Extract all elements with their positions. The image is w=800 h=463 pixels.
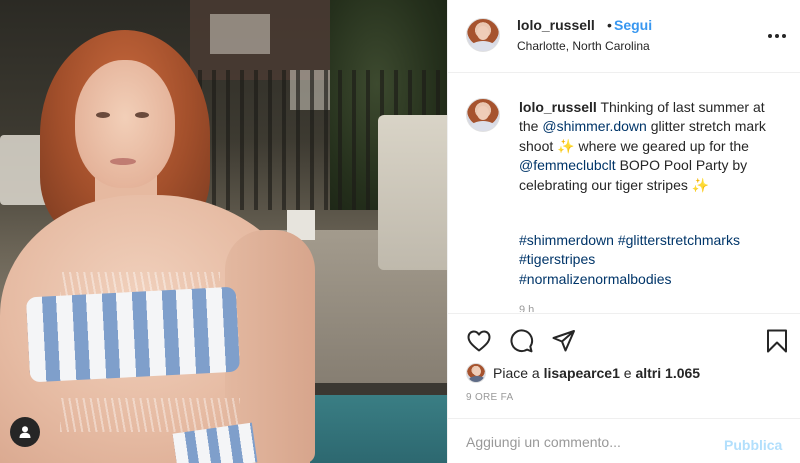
hashtag-link[interactable]: #tigerstripes xyxy=(519,251,595,267)
hashtag-list: #shimmerdown #glitterstretchmarks #tiger… xyxy=(519,231,784,289)
striped-bikini-top xyxy=(25,286,241,383)
caption-time: 9 h xyxy=(519,304,535,312)
add-comment-section: Pubblica xyxy=(448,418,800,463)
likes-count-link[interactable]: altri 1.065 xyxy=(635,365,700,381)
comment-button[interactable] xyxy=(508,328,534,354)
user-tag-icon xyxy=(19,426,31,438)
more-horizontal-icon xyxy=(768,34,772,38)
liker-username-link[interactable]: lisapearce1 xyxy=(544,365,620,381)
person-eye xyxy=(135,112,149,118)
comment-input[interactable] xyxy=(466,427,716,457)
user-tag-button[interactable] xyxy=(10,417,40,447)
save-button[interactable] xyxy=(764,328,790,354)
follow-button[interactable]: Segui xyxy=(614,17,652,33)
share-button[interactable] xyxy=(551,328,577,354)
post-header: lolo_russell • Segui Charlotte, North Ca… xyxy=(448,0,800,73)
background-window xyxy=(210,14,270,54)
likes-prefix: Piace a xyxy=(493,365,544,381)
comment-icon xyxy=(510,329,534,353)
location-link[interactable]: Charlotte, North Carolina xyxy=(517,39,650,53)
glitter-marks xyxy=(60,398,240,432)
liker-avatar[interactable] xyxy=(466,363,486,383)
post-photo[interactable] xyxy=(0,0,447,463)
username-link[interactable]: lolo_russell xyxy=(517,17,595,33)
hashtag-link[interactable]: #glitterstretchmarks xyxy=(618,232,740,248)
caption-username-link[interactable]: lolo_russell xyxy=(519,99,597,115)
action-bar xyxy=(448,313,800,361)
hashtag-link[interactable]: #shimmerdown xyxy=(519,232,614,248)
mention-link[interactable]: @femmeclubclt xyxy=(519,157,616,173)
likes-conjunction: e xyxy=(619,365,636,381)
post-sidebar: lolo_russell • Segui Charlotte, North Ca… xyxy=(447,0,800,463)
caption-scroll-area[interactable]: lolo_russell Thinking of last summer at … xyxy=(448,74,800,312)
separator-dot: • xyxy=(607,17,612,33)
avatar[interactable] xyxy=(466,18,500,52)
person-mouth xyxy=(110,158,136,165)
hashtag-link[interactable]: #normalizenormalbodies xyxy=(519,271,672,287)
more-options-button[interactable] xyxy=(766,27,788,45)
caption-text: lolo_russell Thinking of last summer at … xyxy=(519,98,784,195)
likes-summary: Piace a lisapearce1 e altri 1.065 xyxy=(466,362,700,384)
avatar[interactable] xyxy=(466,98,500,132)
person-face xyxy=(75,60,175,188)
person-eye xyxy=(96,112,110,118)
send-icon xyxy=(552,330,575,352)
mention-link[interactable]: @shimmer.down xyxy=(542,118,646,134)
bookmark-icon xyxy=(767,329,787,353)
publish-button[interactable]: Pubblica xyxy=(724,437,782,453)
like-button[interactable] xyxy=(466,328,492,354)
heart-icon xyxy=(467,330,491,352)
post-timestamp[interactable]: 9 ORE FA xyxy=(466,392,513,403)
lounge-chair xyxy=(378,115,447,270)
